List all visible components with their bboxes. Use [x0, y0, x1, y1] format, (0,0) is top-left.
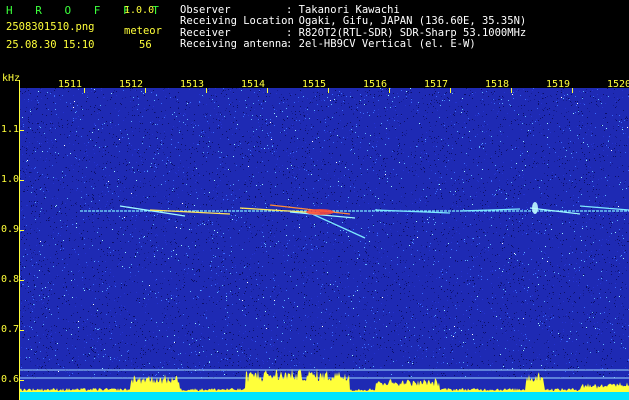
y-tick-label: 0.9	[1, 224, 20, 235]
hrofft-window: H R O F F T 1.0.0 2508301510.png meteor …	[0, 0, 629, 400]
x-tick-label: 1514	[241, 79, 266, 90]
file-name: 2508301510.png	[6, 21, 95, 33]
x-tick-mark	[450, 88, 451, 93]
info-label-location: Receiving Location	[180, 15, 294, 27]
y-tick-mark	[20, 330, 24, 331]
spectrogram	[20, 88, 629, 400]
x-tick-mark	[84, 88, 85, 93]
app-version: 1.0.0	[124, 5, 155, 16]
detection-label: meteor	[124, 25, 162, 37]
info-label-antenna: Receiving antenna	[180, 38, 288, 50]
y-tick-label: 1.0	[1, 174, 20, 185]
meteor-head	[306, 209, 334, 215]
x-tick-label: 1513	[180, 79, 205, 90]
y-tick-mark	[20, 380, 24, 381]
x-tick-mark	[206, 88, 207, 93]
x-tick-mark	[267, 88, 268, 93]
y-tick-label: 0.6	[1, 374, 20, 385]
x-tick-mark	[389, 88, 390, 93]
x-tick-label: 1518	[485, 79, 510, 90]
x-tick-mark	[328, 88, 329, 93]
x-tick-label: 1520	[607, 79, 629, 90]
y-tick-mark	[20, 280, 24, 281]
y-tick-mark	[20, 180, 24, 181]
spectrogram-panel	[20, 88, 629, 400]
x-tick-label: 1517	[424, 79, 449, 90]
x-tick-label: 1519	[546, 79, 571, 90]
info-value-location: : Ogaki, Gifu, JAPAN (136.60E, 35.35N)	[286, 15, 527, 27]
detection-count: 56	[139, 39, 152, 51]
y-tick-label: 1.1	[1, 124, 20, 135]
x-tick-label: 1512	[119, 79, 144, 90]
y-tick-label: 0.8	[1, 274, 20, 285]
y-tick-mark	[20, 130, 24, 131]
y-tick-mark	[20, 230, 24, 231]
file-datetime: 25.08.30 15:10	[6, 39, 95, 51]
histogram-baseline	[20, 392, 629, 400]
meteor-head	[532, 202, 538, 214]
x-tick-mark	[145, 88, 146, 93]
info-value-antenna: : 2el-HB9CV Vertical (el. E-W)	[286, 38, 476, 50]
x-tick-label: 1515	[302, 79, 327, 90]
x-tick-label: 1516	[363, 79, 388, 90]
y-tick-label: 0.7	[1, 324, 20, 335]
y-unit-label: kHz	[2, 73, 21, 84]
x-tick-mark	[511, 88, 512, 93]
x-tick-mark	[572, 88, 573, 93]
x-tick-label: 1511	[58, 79, 83, 90]
